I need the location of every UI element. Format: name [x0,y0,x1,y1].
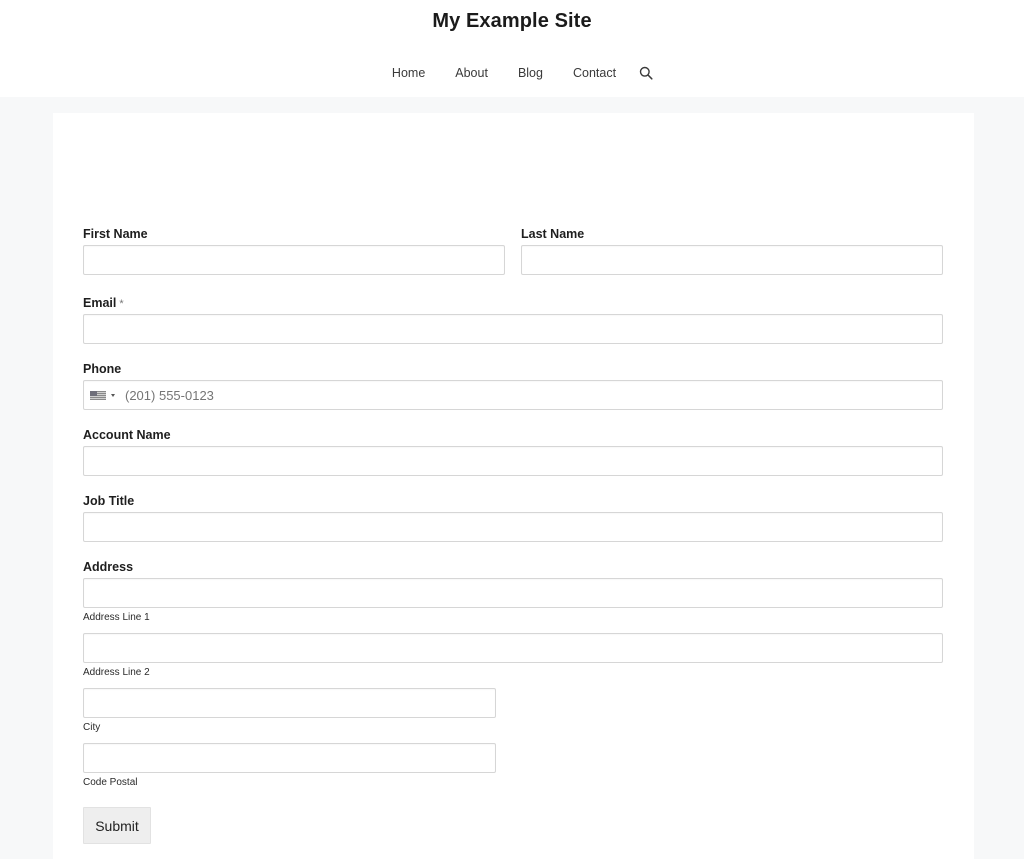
nav-item-contact[interactable]: Contact [558,64,631,82]
name-row: First Name Last Name [83,225,943,275]
account-name-input[interactable] [83,446,943,476]
last-name-input[interactable] [521,245,943,275]
phone-label: Phone [83,362,122,376]
account-name-field: Account Name [83,426,943,476]
email-field: Email * [83,294,943,344]
postal-code-input[interactable] [83,743,496,773]
address-line1-input[interactable] [83,578,943,608]
content-area: First Name Last Name Email * Phone (201)… [53,113,974,859]
address-field: Address Address Line 1 Address Line 2 Ci… [83,558,943,790]
nav-item-blog[interactable]: Blog [503,64,558,82]
submit-button[interactable]: Submit [83,807,151,844]
city-input[interactable] [83,688,496,718]
site-title[interactable]: My Example Site [0,10,1024,33]
job-title-field: Job Title [83,492,943,542]
last-name-field: Last Name [521,225,943,275]
first-name-field: First Name [83,225,505,275]
contact-form: First Name Last Name Email * Phone (201)… [83,225,943,844]
account-name-label: Account Name [83,428,171,442]
chevron-down-icon [111,393,115,397]
last-name-label: Last Name [521,227,585,241]
phone-input[interactable] [83,380,943,410]
postal-code-sublabel: Code Postal [83,777,138,788]
site-header: My Example Site Home About Blog Contact [0,0,1024,97]
address-line1-sublabel: Address Line 1 [83,612,150,623]
country-selector[interactable] [90,390,115,400]
address-line2-sublabel: Address Line 2 [83,667,150,678]
search-button[interactable] [635,64,657,82]
first-name-input[interactable] [83,245,505,275]
nav-item-home[interactable]: Home [377,64,440,82]
job-title-label: Job Title [83,494,135,508]
address-label: Address [83,560,134,574]
address-line2-input[interactable] [83,633,943,663]
phone-field: Phone [83,360,943,410]
email-label-text: Email [83,296,117,310]
email-label: Email * [83,294,943,312]
search-icon [639,66,653,80]
first-name-label: First Name [83,227,148,241]
job-title-input[interactable] [83,512,943,542]
us-flag-icon [90,390,106,400]
email-input[interactable] [83,314,943,344]
required-marker: * [119,298,124,310]
city-sublabel: City [83,722,101,733]
main-nav: Home About Blog Contact [0,64,1024,82]
phone-input-wrapper [83,380,943,410]
nav-item-about[interactable]: About [440,64,503,82]
